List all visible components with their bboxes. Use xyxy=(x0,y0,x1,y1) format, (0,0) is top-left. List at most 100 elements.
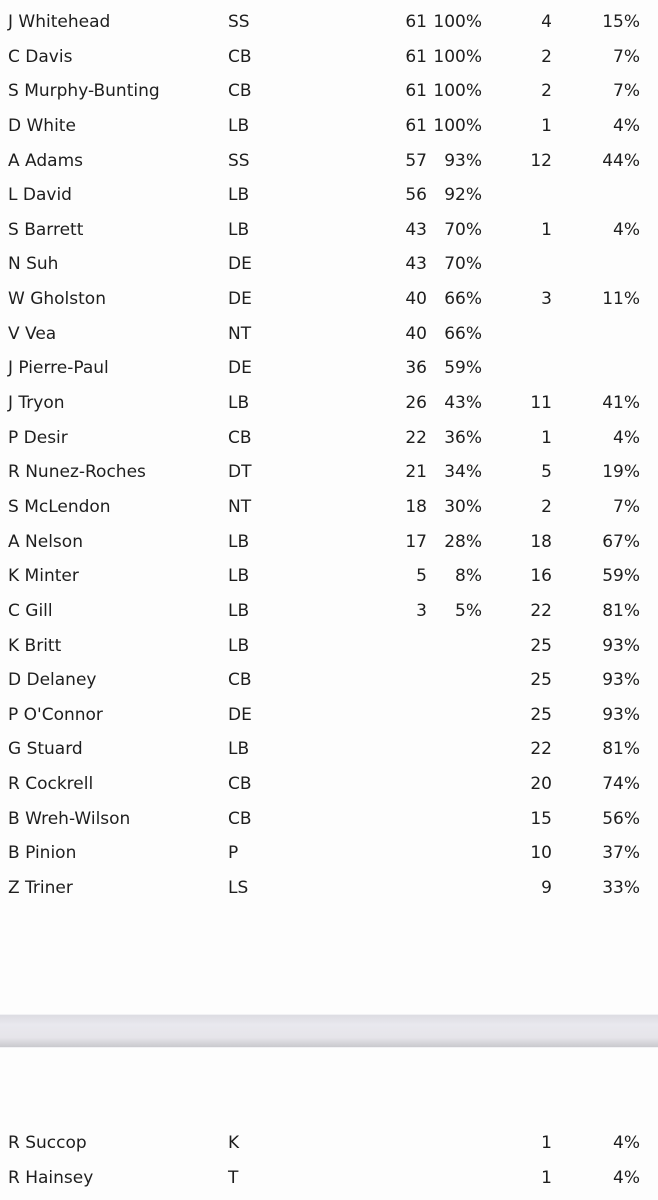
special-teams-percent: 4% xyxy=(613,219,640,240)
player-name: J Tryon xyxy=(8,393,65,414)
position: LB xyxy=(228,566,250,587)
player-name: A Nelson xyxy=(8,531,83,552)
special-teams-count: 25 xyxy=(530,704,552,725)
special-teams-percent: 56% xyxy=(602,808,640,829)
special-teams-percent: 93% xyxy=(602,704,640,725)
snap-count: 61 xyxy=(405,81,427,102)
special-teams-percent: 4% xyxy=(613,115,640,136)
position: LB xyxy=(228,393,250,414)
player-name: S Barrett xyxy=(8,219,84,240)
position: DE xyxy=(228,704,252,725)
player-name: G Stuard xyxy=(8,739,83,760)
special-teams-percent: 74% xyxy=(602,774,640,795)
special-teams-percent: 93% xyxy=(602,635,640,656)
table-row: C Gill LB 3 5% 22 81% xyxy=(0,594,658,629)
position: CB xyxy=(228,81,252,102)
position: SS xyxy=(228,150,250,171)
snap-count: 56 xyxy=(405,185,427,206)
player-name: V Vea xyxy=(8,323,57,344)
special-teams-percent: 11% xyxy=(602,289,640,310)
table-row: Z Triner LS 9 33% xyxy=(0,871,658,906)
table-row: G Stuard LB 22 81% xyxy=(0,732,658,767)
player-table-other: R Succop K 1 4% R Hainsey T 1 4% xyxy=(0,1126,658,1195)
player-name: R Nunez-Roches xyxy=(8,462,146,483)
player-name: R Succop xyxy=(8,1133,87,1153)
table-row: R Succop K 1 4% xyxy=(0,1126,658,1161)
special-teams-percent: 7% xyxy=(613,496,640,517)
table-row: R Cockrell CB 20 74% xyxy=(0,767,658,802)
special-teams-count: 25 xyxy=(530,635,552,656)
position: LB xyxy=(228,635,250,656)
table-row: S McLendon NT 18 30% 2 7% xyxy=(0,490,658,525)
position: LB xyxy=(228,115,250,136)
table-row: P Desir CB 22 36% 1 4% xyxy=(0,421,658,456)
snap-count: 61 xyxy=(405,46,427,67)
snap-count: 17 xyxy=(405,531,427,552)
special-teams-count: 18 xyxy=(530,531,552,552)
table-row: L David LB 56 92% xyxy=(0,178,658,213)
snap-count: 22 xyxy=(405,427,427,448)
snap-count: 61 xyxy=(405,12,427,32)
position: CB xyxy=(228,427,252,448)
special-teams-percent: 41% xyxy=(602,393,640,414)
snap-count: 43 xyxy=(405,219,427,240)
snap-count: 26 xyxy=(405,393,427,414)
special-teams-count: 1 xyxy=(541,115,552,136)
special-teams-count: 12 xyxy=(530,150,552,171)
special-teams-percent: 81% xyxy=(602,600,640,621)
special-teams-percent: 4% xyxy=(613,1167,640,1188)
table-row: S Barrett LB 43 70% 1 4% xyxy=(0,213,658,248)
special-teams-percent: 4% xyxy=(613,427,640,448)
position: P xyxy=(228,843,239,864)
special-teams-percent: 4% xyxy=(613,1133,640,1153)
position: CB xyxy=(228,808,252,829)
special-teams-count: 22 xyxy=(530,739,552,760)
snap-percent: 93% xyxy=(444,150,482,171)
special-teams-percent: 59% xyxy=(602,566,640,587)
snap-count: 43 xyxy=(405,254,427,275)
position: LS xyxy=(228,878,249,899)
position: CB xyxy=(228,670,252,691)
table-row: J Tryon LB 26 43% 11 41% xyxy=(0,386,658,421)
snap-percent: 100% xyxy=(433,81,482,102)
player-name: A Adams xyxy=(8,150,83,171)
position: DE xyxy=(228,254,252,275)
special-teams-count: 4 xyxy=(541,12,552,32)
position: NT xyxy=(228,496,252,517)
player-name: P Desir xyxy=(8,427,68,448)
special-teams-percent: 33% xyxy=(602,878,640,899)
snap-count: 36 xyxy=(405,358,427,379)
position: DE xyxy=(228,289,252,310)
special-teams-percent: 19% xyxy=(602,462,640,483)
special-teams-count: 9 xyxy=(541,878,552,899)
position: K xyxy=(228,1133,240,1153)
snap-percent: 70% xyxy=(444,219,482,240)
snap-count: 5 xyxy=(416,566,427,587)
player-name: K Minter xyxy=(8,566,79,587)
special-teams-percent: 81% xyxy=(602,739,640,760)
snap-percent: 8% xyxy=(455,566,482,587)
position: LB xyxy=(228,185,250,206)
table-row: R Hainsey T 1 4% xyxy=(0,1161,658,1196)
player-name: N Suh xyxy=(8,254,59,275)
player-name: R Hainsey xyxy=(8,1167,94,1188)
snap-count: 57 xyxy=(405,150,427,171)
special-teams-percent: 15% xyxy=(602,12,640,32)
snap-count: 3 xyxy=(416,600,427,621)
table-row: D Delaney CB 25 93% xyxy=(0,663,658,698)
table-row: B Pinion P 10 37% xyxy=(0,836,658,871)
player-name: Z Triner xyxy=(8,878,73,899)
snap-percent: 43% xyxy=(444,393,482,414)
player-name: S Murphy-Bunting xyxy=(8,81,160,102)
special-teams-percent: 7% xyxy=(613,81,640,102)
player-name: B Pinion xyxy=(8,843,77,864)
special-teams-count: 2 xyxy=(541,46,552,67)
player-table-defense: J Whitehead SS 61 100% 4 15% C Davis CB 61 100% 2 7… xyxy=(0,5,658,906)
table-row: B Wreh-Wilson CB 15 56% xyxy=(0,802,658,837)
snap-count: 61 xyxy=(405,115,427,136)
special-teams-count: 3 xyxy=(541,289,552,310)
table-row: D White LB 61 100% 1 4% xyxy=(0,109,658,144)
snap-percent: 100% xyxy=(433,115,482,136)
table-row: W Gholston DE 40 66% 3 11% xyxy=(0,282,658,317)
table-row: V Vea NT 40 66% xyxy=(0,317,658,352)
